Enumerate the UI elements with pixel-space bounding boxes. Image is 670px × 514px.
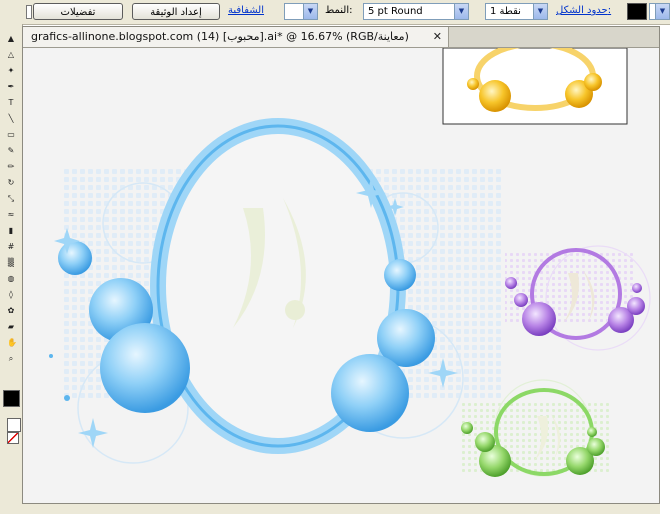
stroke-color-swatch[interactable] — [7, 418, 21, 432]
control-bar: تفضيلات إعداد الوثيقة الشفافية ▼ النمط: … — [0, 0, 670, 25]
warp-icon[interactable]: ≈ — [7, 210, 15, 220]
toolbox: ▲ △ ✦ ✒ T ╲ ▭ ✎ ✏ ↻ ⤡ ≈ ▮ # ▒ ◍ ◊ ✿ ▰ ✋ ⌕ — [0, 24, 23, 514]
graph-icon[interactable]: ▮ — [7, 226, 15, 236]
document-title: grafics-allinone.blogspot.com (14) [محبو… — [31, 30, 409, 43]
tab-document[interactable]: grafics-allinone.blogspot.com (14) [محبو… — [23, 27, 449, 47]
close-icon[interactable]: ✕ — [433, 27, 442, 47]
pen-icon[interactable]: ✒ — [7, 82, 15, 92]
rectangle-icon[interactable]: ▭ — [7, 130, 15, 140]
stroke-profile-combo[interactable]: 5 pt Round ▼ — [363, 3, 469, 20]
transparency-link[interactable]: الشفافية — [228, 5, 264, 16]
blue-frame-artwork — [49, 118, 503, 464]
rotate-icon[interactable]: ↻ — [7, 178, 15, 188]
tab-bar: grafics-allinone.blogspot.com (14) [محبو… — [23, 27, 659, 48]
fill-color-swatch[interactable] — [3, 390, 20, 407]
magic-wand-icon[interactable]: ✦ — [7, 66, 15, 76]
none-icon[interactable] — [7, 432, 19, 444]
chevron-down-icon: ▼ — [533, 4, 547, 19]
gradient-icon[interactable]: ▒ — [7, 258, 15, 268]
slice-icon[interactable]: ▰ — [7, 322, 15, 332]
artwork — [49, 48, 651, 477]
hand-icon[interactable]: ✋ — [7, 338, 17, 348]
stroke-weight-value: 1 نقطة — [490, 6, 521, 17]
eyedropper-icon[interactable]: ◍ — [7, 274, 15, 284]
chevron-down-icon: ▼ — [655, 4, 669, 19]
direct-selection-icon[interactable]: △ — [7, 50, 15, 60]
symbol-icon[interactable]: ✿ — [7, 306, 15, 316]
options-button[interactable]: تفضيلات — [33, 3, 123, 20]
stroke-link[interactable]: حدود الشكل: — [556, 5, 611, 16]
pencil-icon[interactable]: ✏ — [7, 162, 15, 172]
paintbrush-icon[interactable]: ✎ — [7, 146, 15, 156]
selection-icon[interactable]: ▲ — [7, 34, 15, 44]
stroke-weight-combo[interactable]: 1 نقطة ▼ — [485, 3, 548, 20]
blend-icon[interactable]: ◊ — [7, 290, 15, 300]
fill-swatch[interactable] — [627, 3, 647, 20]
scale-icon[interactable]: ⤡ — [7, 194, 15, 204]
document-window: grafics-allinone.blogspot.com (14) [محبو… — [22, 26, 660, 504]
chevron-down-icon: ▼ — [303, 4, 317, 19]
grip-icon — [26, 5, 32, 19]
swatch-combo[interactable]: ▼ — [649, 3, 670, 20]
bottom-scrollbar[interactable] — [22, 504, 660, 514]
chevron-down-icon: ▼ — [454, 4, 468, 19]
yellow-frame-preview — [442, 48, 628, 125]
type-icon[interactable]: T — [7, 98, 15, 108]
mesh-icon[interactable]: # — [7, 242, 15, 252]
zoom-icon[interactable]: ⌕ — [7, 354, 15, 364]
artboard-canvas[interactable] — [23, 48, 659, 503]
style-combo[interactable]: ▼ — [284, 3, 318, 20]
stroke-profile-value: 5 pt Round — [368, 6, 423, 17]
purple-frame-artwork — [505, 245, 651, 351]
line-icon[interactable]: ╲ — [7, 114, 15, 124]
document-setup-button[interactable]: إعداد الوثيقة — [132, 3, 220, 20]
style-label: النمط: — [325, 5, 353, 16]
